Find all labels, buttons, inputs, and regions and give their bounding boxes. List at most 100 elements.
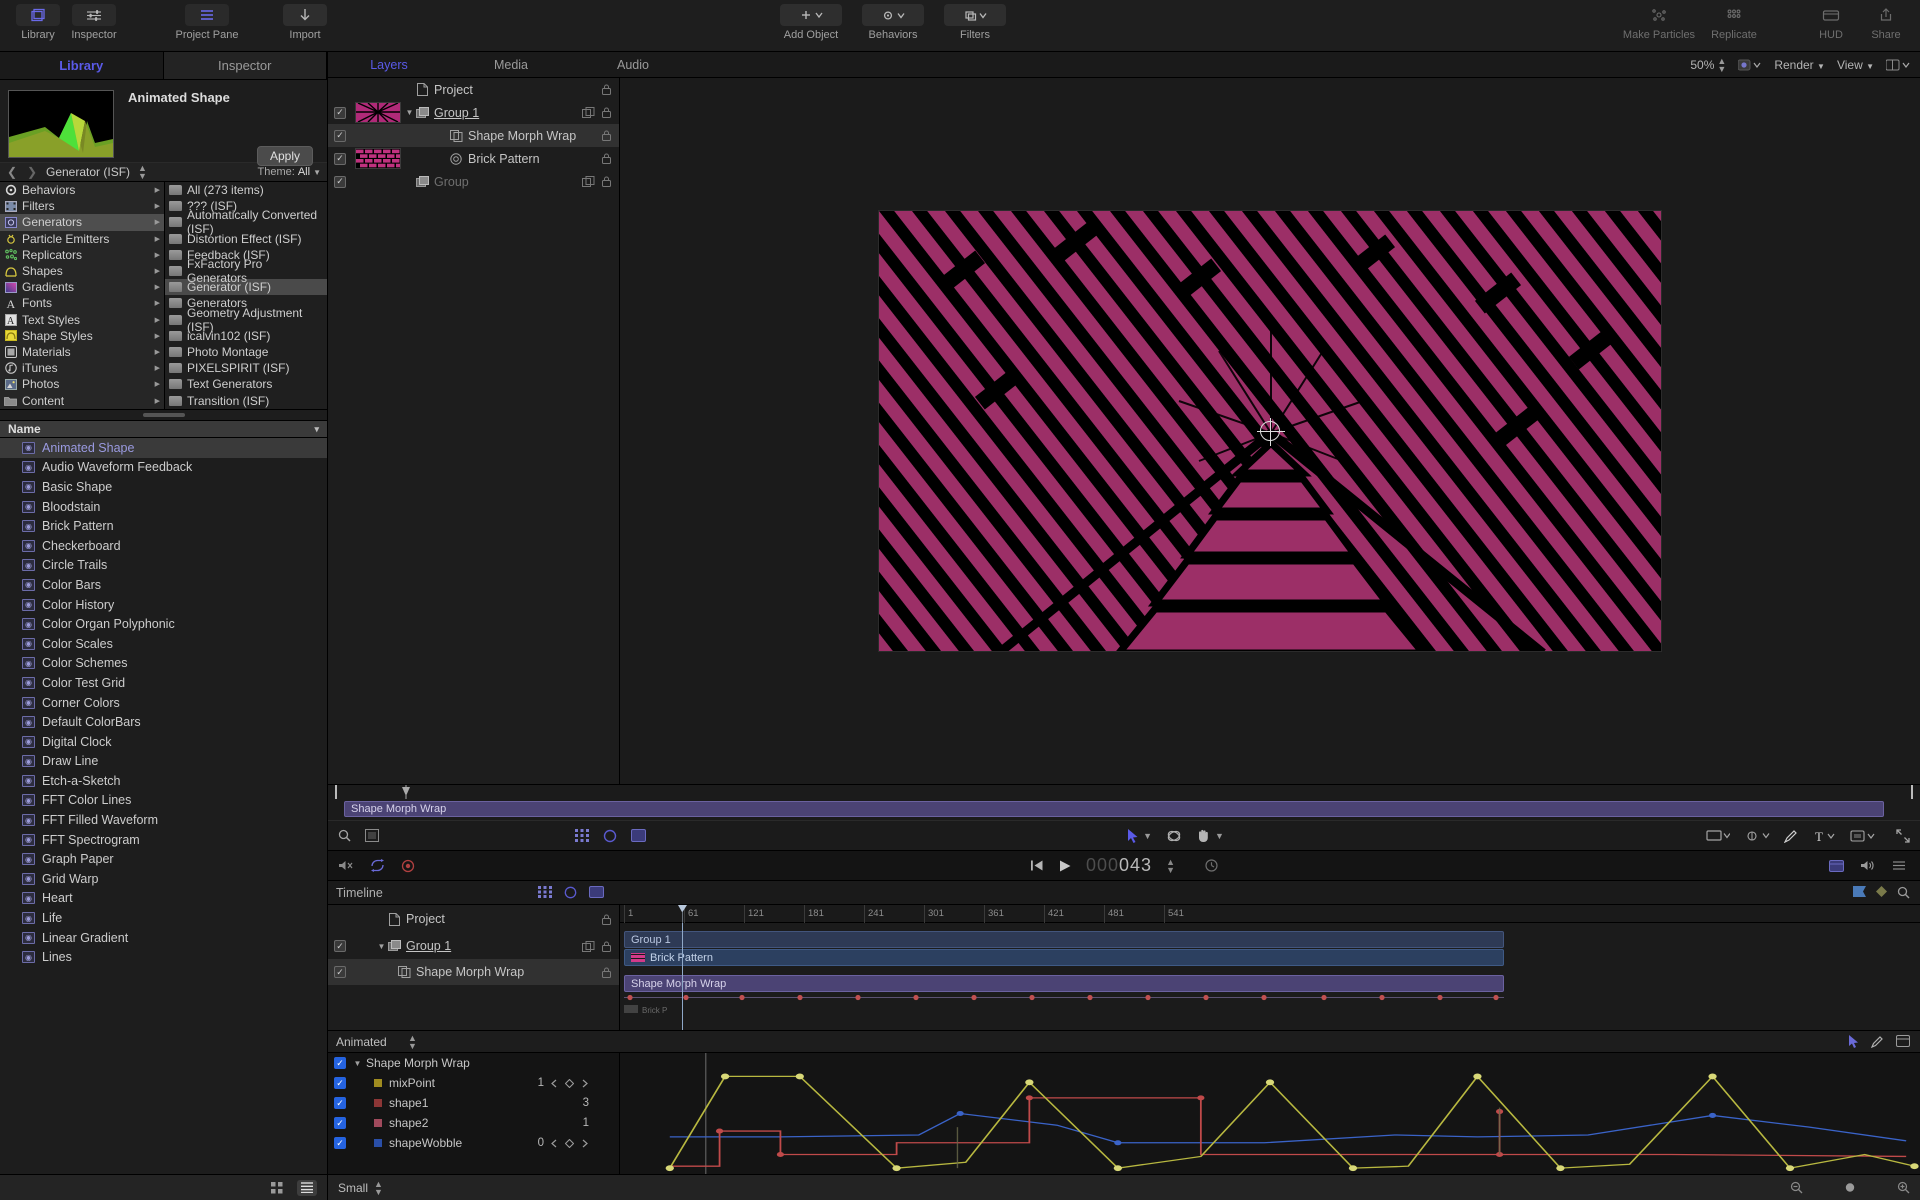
keyframe-row-mixpoint[interactable]: ✓ mixPoint 1 — [328, 1073, 619, 1093]
keyframe-row-shape1[interactable]: ✓ shape1 3 — [328, 1093, 619, 1113]
library-category-generators[interactable]: Generators ▶ — [0, 214, 164, 231]
grid-view-icon[interactable] — [267, 1180, 287, 1196]
fullscreen-icon[interactable] — [1896, 828, 1910, 843]
library-item-linear-gradient[interactable]: ◉ Linear Gradient — [0, 928, 327, 948]
apply-button[interactable]: Apply — [256, 146, 313, 166]
select-tool-icon[interactable]: ▼ — [1128, 828, 1152, 843]
layer-lock-icon[interactable] — [602, 941, 611, 952]
project-pane-button[interactable]: Project Pane — [170, 0, 244, 41]
library-item-draw-line[interactable]: ◉ Draw Line — [0, 752, 327, 772]
library-item-fft-spectrogram[interactable]: ◉ FFT Spectrogram — [0, 830, 327, 850]
library-item-checkerboard[interactable]: ◉ Checkerboard — [0, 536, 327, 556]
keyframe-size-label[interactable]: Small — [338, 1181, 368, 1195]
canvas-layout-button[interactable] — [1886, 59, 1910, 71]
keyframe-enable-checkbox[interactable]: ✓ — [334, 1077, 346, 1089]
canvas[interactable] — [878, 210, 1662, 652]
timeline-ruler[interactable]: 1 61 121 181 241 301 361 421 481 541 — [620, 905, 1920, 923]
volume-icon[interactable] — [1860, 859, 1876, 872]
library-item-default-colorbars[interactable]: ◉ Default ColorBars — [0, 712, 327, 732]
tab-library[interactable]: Library — [0, 52, 164, 79]
library-item-bloodstain[interactable]: ◉ Bloodstain — [0, 497, 327, 517]
timeline-layer-row-group-1[interactable]: ✓ ▼ Group 1 — [328, 933, 619, 959]
library-item-circle-trails[interactable]: ◉ Circle Trails — [0, 556, 327, 576]
hud-button[interactable]: HUD — [1802, 0, 1860, 41]
list-view-icon[interactable] — [297, 1179, 317, 1196]
library-category-materials[interactable]: Materials ▶ — [0, 344, 164, 360]
library-list-header[interactable]: Name ▾ — [0, 420, 327, 438]
timecode-display[interactable]: 000043 — [1086, 855, 1152, 876]
record-icon[interactable] — [401, 859, 415, 873]
paint-tool-icon[interactable] — [1744, 829, 1770, 843]
view-menu[interactable]: View ▼ — [1837, 58, 1874, 72]
library-subcategory-transition-isf[interactable]: Transition (ISF) — [165, 392, 327, 408]
library-category-itunes[interactable]: iTunes ▶ — [0, 360, 164, 376]
library-subcategory-text-generators[interactable]: Text Generators — [165, 376, 327, 392]
mini-timeline[interactable]: Shape Morph Wrap — [328, 784, 1920, 820]
pan-tool-icon[interactable]: ▼ — [1196, 828, 1224, 843]
next-keyframe-button[interactable] — [580, 1139, 589, 1148]
keyframe-pen-tool-icon[interactable] — [1871, 1035, 1884, 1048]
keyframe-row-shapewobble[interactable]: ✓ shapeWobble 0 — [328, 1133, 619, 1153]
canvas-stage[interactable] — [620, 78, 1920, 784]
back-icon[interactable]: ❮ — [6, 165, 18, 179]
share-button[interactable]: Share — [1860, 0, 1912, 41]
library-item-corner-colors[interactable]: ◉ Corner Colors — [0, 693, 327, 713]
layer-blend-icon[interactable] — [582, 176, 595, 187]
tab-media[interactable]: Media — [450, 52, 572, 77]
timeline-zoom-icon[interactable] — [1897, 886, 1910, 899]
keyframe-arrow-tool-icon[interactable] — [1849, 1035, 1859, 1048]
keyframe-row-shape2[interactable]: ✓ shape2 1 — [328, 1113, 619, 1133]
keyframe-enable-checkbox[interactable]: ✓ — [334, 1117, 346, 1129]
library-item-etch-a-sketch[interactable]: ◉ Etch-a-Sketch — [0, 771, 327, 791]
timeline-visibility-checkbox[interactable]: ✓ — [334, 966, 346, 978]
library-item-brick-pattern[interactable]: ◉ Brick Pattern — [0, 516, 327, 536]
library-category-behaviors[interactable]: Behaviors ▶ — [0, 182, 164, 198]
timeline-playhead[interactable] — [682, 923, 683, 1030]
library-subcategory-all-273-items[interactable]: All (273 items) — [165, 182, 327, 198]
keyframe-diamond-icon[interactable] — [565, 1078, 574, 1088]
library-category-particle-emitters[interactable]: Particle Emitters ▶ — [0, 231, 164, 247]
timeline-layer-icon[interactable] — [589, 886, 604, 899]
library-category-content[interactable]: Content ▶ — [0, 392, 164, 408]
keyframe-filter-label[interactable]: Animated — [328, 1035, 408, 1049]
timeline-keyframe-strip[interactable] — [624, 993, 1504, 1002]
library-category-text-styles[interactable]: A Text Styles ▶ — [0, 312, 164, 328]
library-category-shape-styles[interactable]: Shape Styles ▶ — [0, 328, 164, 344]
keyframe-enable-checkbox[interactable]: ✓ — [334, 1137, 346, 1149]
transform-tool-icon[interactable] — [1166, 829, 1182, 843]
rect-shape-tool-icon[interactable] — [1706, 829, 1730, 842]
layers-tool-icon[interactable] — [631, 829, 646, 842]
timeline-bar-brick-pattern[interactable]: Brick Pattern — [624, 949, 1504, 966]
layer-lock-icon[interactable] — [602, 967, 611, 978]
theme-selector[interactable]: Theme: All ▼ — [258, 166, 321, 178]
prev-keyframe-button[interactable] — [550, 1079, 559, 1088]
layer-blend-icon[interactable] — [582, 940, 595, 952]
text-tool-icon[interactable]: T — [1812, 829, 1836, 843]
keyframe-row-shape-morph-wrap[interactable]: ✓ ▼ Shape Morph Wrap — [328, 1053, 619, 1073]
library-item-graph-paper[interactable]: ◉ Graph Paper — [0, 849, 327, 869]
layer-visibility-checkbox[interactable]: ✓ — [334, 129, 346, 142]
library-item-fft-color-lines[interactable]: ◉ FFT Color Lines — [0, 791, 327, 811]
tab-inspector[interactable]: Inspector — [163, 52, 327, 79]
library-item-lines[interactable]: ◉ Lines — [0, 947, 327, 967]
library-item-color-history[interactable]: ◉ Color History — [0, 595, 327, 615]
inspector-toggle-button[interactable]: Inspector — [66, 0, 122, 41]
canvas-channel-button[interactable] — [1738, 59, 1762, 71]
library-item-animated-shape[interactable]: ◉ Animated Shape — [0, 438, 327, 458]
layer-lock-icon[interactable] — [602, 176, 611, 187]
layer-row-group[interactable]: ✓ Group — [328, 170, 619, 193]
timeline-marker-icon[interactable] — [1853, 886, 1866, 899]
layer-blend-icon[interactable] — [582, 107, 595, 118]
layer-lock-icon[interactable] — [602, 84, 611, 95]
zoom-slider-handle[interactable] — [1843, 1181, 1857, 1194]
layer-visibility-checkbox[interactable]: ✓ — [334, 175, 346, 188]
panel-resize-grip[interactable] — [0, 410, 327, 420]
timeline-track-area[interactable]: 1 61 121 181 241 301 361 421 481 541 Group 1 Bric… — [620, 905, 1920, 1030]
library-category-shapes[interactable]: Shapes ▶ — [0, 263, 164, 279]
layer-row-brick-pattern[interactable]: ✓ Brick Pattern — [328, 147, 619, 170]
prev-keyframe-button[interactable] — [550, 1139, 559, 1148]
transport-options-icon[interactable] — [1892, 859, 1906, 872]
audio-mute-icon[interactable] — [338, 859, 354, 872]
library-category-filters[interactable]: Filters ▶ — [0, 198, 164, 214]
library-subcategory-automatically-converted-isf[interactable]: Automatically Converted (ISF) — [165, 208, 327, 236]
